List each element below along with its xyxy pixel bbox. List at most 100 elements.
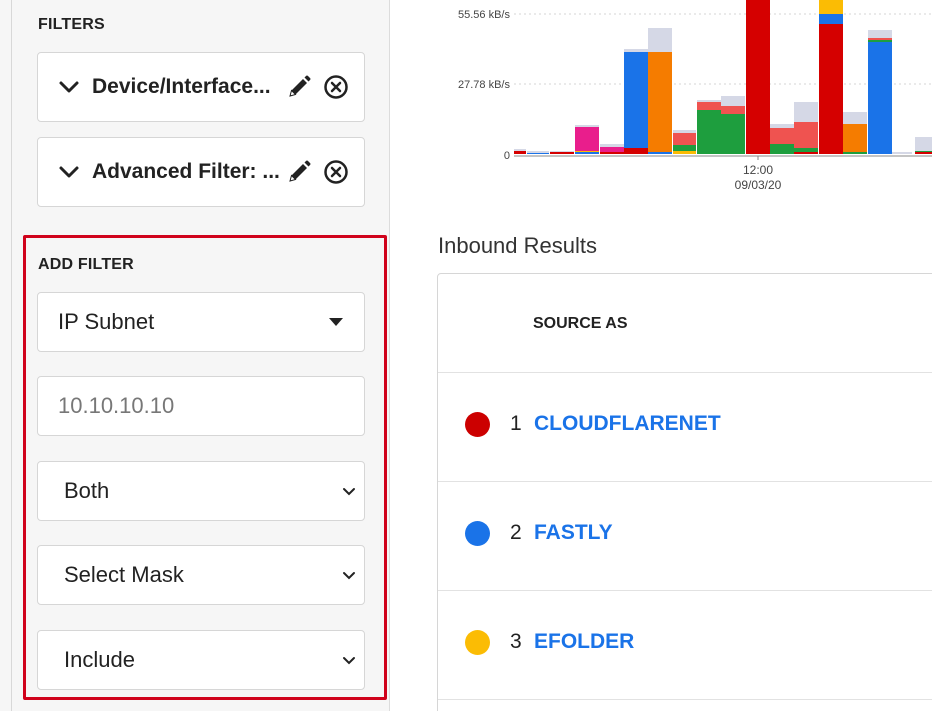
direction-select[interactable]: Both [37, 461, 365, 521]
series-color-dot [465, 411, 490, 437]
bar-segment [673, 145, 696, 151]
bar-segment [721, 96, 745, 106]
table-row: 2 FASTLY [438, 513, 932, 553]
bar-segment [575, 125, 599, 127]
bar-segment [721, 114, 745, 154]
as-name-link[interactable]: CLOUDFLARENET [534, 412, 721, 436]
bar-segment [770, 144, 794, 154]
bar-segment [819, 24, 843, 154]
bar-segment [600, 144, 624, 147]
bar-segment [527, 151, 549, 153]
chart-bars [514, 0, 932, 154]
bar-segment [721, 106, 745, 114]
filters-heading: FILTERS [38, 16, 105, 33]
bar-segment [550, 151, 574, 152]
bar-segment [624, 49, 648, 52]
bar-segment [770, 128, 794, 144]
bar-segment [697, 102, 721, 110]
column-header-source-as[interactable]: SOURCE AS [533, 315, 628, 333]
as-name-link[interactable]: FASTLY [534, 521, 613, 545]
bar-segment [868, 30, 892, 38]
y-tick-label-0: 0 [504, 150, 510, 162]
y-tick-label-27: 27.78 kB/s [458, 79, 510, 91]
pencil-icon[interactable] [286, 74, 312, 100]
bar-segment [600, 147, 624, 152]
filter-label: Advanced Filter: ... [92, 160, 280, 183]
bar-segment [624, 148, 648, 154]
filter-type-value: IP Subnet [58, 309, 155, 334]
include-value: Include [64, 647, 135, 672]
bar-segment [673, 151, 696, 154]
bar-segment [648, 52, 672, 152]
chevron-down-icon [343, 572, 355, 580]
bar-segment [648, 152, 672, 154]
table-row: 3 EFOLDER [438, 622, 932, 662]
row-divider [438, 481, 932, 482]
bar-segment [915, 151, 932, 152]
ip-address-placeholder: 10.10.10.10 [58, 393, 175, 418]
row-rank: 2 [510, 521, 522, 544]
bar-segment [794, 102, 818, 122]
chevron-down-icon [343, 657, 355, 665]
traffic-chart: 55.56 kB/s 27.78 kB/s 0 12:00 09/03/20 [390, 0, 932, 200]
bar-segment [527, 153, 549, 154]
series-color-dot [465, 520, 490, 546]
add-filter-heading: ADD FILTER [38, 256, 134, 273]
include-exclude-select[interactable]: Include [37, 630, 365, 690]
bar-segment [843, 124, 867, 152]
row-divider [438, 590, 932, 591]
row-divider [438, 699, 932, 700]
bar-segment [794, 148, 818, 152]
y-tick-label-55: 55.56 kB/s [458, 9, 510, 21]
as-name-link[interactable]: EFOLDER [534, 630, 634, 654]
ip-address-input[interactable]: 10.10.10.10 [37, 376, 365, 436]
x-tick-label-date: 09/03/20 [735, 178, 782, 192]
row-rank: 3 [510, 630, 522, 653]
bar-segment [746, 0, 770, 154]
bar-segment [843, 112, 867, 124]
bar-segment [673, 133, 696, 145]
bar-segment [514, 149, 526, 151]
bar-segment [575, 127, 599, 151]
series-color-dot [465, 629, 490, 655]
bar-segment [892, 152, 912, 154]
row-divider [438, 372, 932, 373]
sidebar-divider [11, 0, 12, 711]
bar-segment [819, 14, 843, 24]
bar-segment [794, 122, 818, 148]
x-tick-label-time: 12:00 [743, 163, 773, 177]
bar-segment [648, 28, 672, 42]
filter-type-select[interactable]: IP Subnet [37, 292, 365, 352]
bar-segment [868, 38, 892, 40]
filter-card-device-interface[interactable]: Device/Interface... [37, 52, 365, 122]
bar-segment [915, 137, 932, 151]
close-circle-icon[interactable] [323, 159, 349, 185]
chevron-down-icon [343, 488, 355, 496]
bar-segment [915, 152, 932, 154]
bar-segment [514, 151, 526, 154]
bar-segment [648, 42, 672, 52]
table-row: 1 CLOUDFLARENET [438, 404, 932, 444]
bar-segment [868, 40, 892, 42]
results-table: SOURCE AS 1 CLOUDFLARENET 2 FASTLY 3 EFO… [437, 273, 932, 711]
inbound-results-title: Inbound Results [438, 233, 597, 258]
chevron-down-icon[interactable] [58, 76, 80, 98]
direction-value: Both [64, 478, 110, 503]
bar-segment [673, 130, 696, 133]
mask-select[interactable]: Select Mask [37, 545, 365, 605]
bar-segment [770, 124, 794, 128]
close-circle-icon[interactable] [323, 74, 349, 100]
bar-segment [697, 100, 721, 102]
filter-card-advanced[interactable]: Advanced Filter: ... [37, 137, 365, 207]
pencil-icon[interactable] [286, 159, 312, 185]
bar-segment [794, 152, 818, 154]
bar-segment [624, 52, 648, 148]
bar-segment [819, 0, 843, 14]
filter-label: Device/Interface... [92, 75, 271, 98]
bar-segment [843, 152, 867, 154]
bar-segment [697, 110, 721, 154]
chevron-down-icon[interactable] [58, 161, 80, 183]
bar-segment [600, 152, 624, 154]
bar-segment [575, 151, 599, 152]
caret-down-icon [329, 318, 343, 326]
